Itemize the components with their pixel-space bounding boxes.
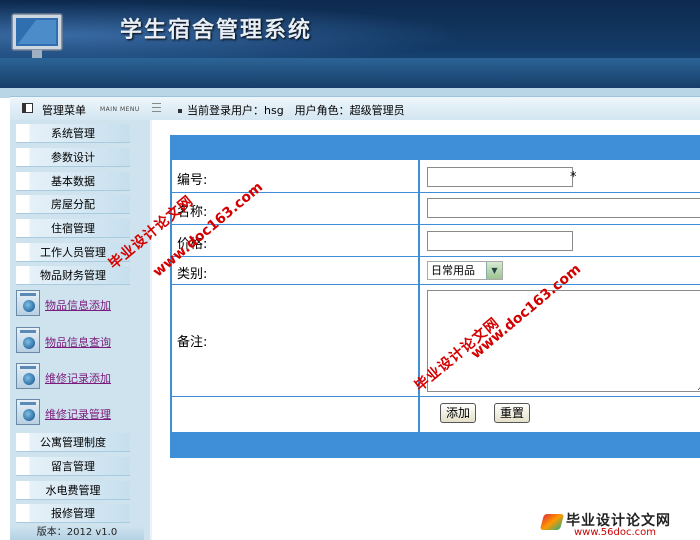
name-input[interactable] <box>427 198 700 218</box>
reset-button[interactable]: 重置 <box>494 403 530 423</box>
sidebar-subitem-label[interactable]: 物品信息添加 <box>45 297 111 313</box>
sidebar-subitem-goods-query[interactable]: 物品信息查询 <box>14 325 144 357</box>
sidebar-subitem-goods-add[interactable]: 物品信息添加 <box>14 288 144 320</box>
sidebar-item-room-allocation[interactable]: 房屋分配 <box>16 195 130 214</box>
menu-caption: 管理菜单 MAIN MENU <box>10 97 161 121</box>
document-icon <box>16 363 40 389</box>
category-selected-value: 日常用品 <box>431 264 475 277</box>
menu-title: 管理菜单 <box>42 104 86 117</box>
sidebar-subitem-label[interactable]: 物品信息查询 <box>45 334 111 350</box>
add-button[interactable]: 添加 <box>440 403 476 423</box>
bullet-icon <box>178 109 182 113</box>
sidebar-item-basic-data[interactable]: 基本数据 <box>16 172 130 191</box>
category-label: 类别: <box>177 267 208 282</box>
sidebar-subitem-label[interactable]: 维修记录添加 <box>45 370 111 386</box>
form-label-cell <box>172 397 420 432</box>
remark-label: 备注: <box>177 335 208 350</box>
form-label-cell: 备注: <box>172 285 420 396</box>
form-row-category: 类别: 日常用品 ▼ <box>172 257 700 285</box>
document-icon <box>16 327 40 353</box>
form-label-cell: 类别: <box>172 257 420 284</box>
sidebar-item-lodging[interactable]: 住宿管理 <box>16 219 130 238</box>
menu-subtitle: MAIN MENU <box>100 106 140 113</box>
sidebar-item-params[interactable]: 参数设计 <box>16 148 130 167</box>
sidebar-item-utilities[interactable]: 水电费管理 <box>16 481 130 500</box>
version-label: 版本：2012 v1.0 <box>10 526 144 540</box>
sidebar-item-apartment-rules[interactable]: 公寓管理制度 <box>16 433 130 452</box>
sidebar-item-repair-report[interactable]: 报修管理 <box>16 504 130 523</box>
category-select[interactable]: 日常用品 ▼ <box>427 261 503 280</box>
system-title: 学生宿舍管理系统 <box>120 17 313 43</box>
chevron-down-icon[interactable]: ▼ <box>486 262 502 279</box>
required-mark: * <box>570 170 577 185</box>
watermark-logo: 毕业设计论文网 www.56doc.com <box>539 508 700 540</box>
form-header-bar <box>170 135 700 160</box>
form-label-cell: 编号: <box>172 160 420 192</box>
document-icon <box>16 399 40 425</box>
main-content: 编号: * 名称: 价格: 类别: 日常用品 ▼ 备注: 添加 重置 <box>152 120 700 540</box>
sidebar: 系统管理 参数设计 基本数据 房屋分配 住宿管理 工作人员管理 物品财务管理 物… <box>10 120 152 540</box>
sidebar-subitem-label[interactable]: 维修记录管理 <box>45 406 111 422</box>
header-band <box>0 58 700 88</box>
menu-icon <box>22 103 33 113</box>
form-row-price: 价格: <box>172 225 700 257</box>
number-input[interactable] <box>427 167 573 187</box>
app-header: 学生宿舍管理系统 <box>0 0 700 88</box>
price-input[interactable] <box>427 231 573 251</box>
form-row-actions: 添加 重置 <box>172 397 700 432</box>
info-bar: 管理菜单 MAIN MENU 当前登录用户：hsg 用户角色：超级管理员 <box>10 96 700 120</box>
document-icon <box>16 290 40 316</box>
form-footer-bar <box>170 432 700 458</box>
logo-mark-icon <box>539 514 565 530</box>
menu-toggle-icon[interactable] <box>152 103 161 112</box>
sidebar-subitem-repair-manage[interactable]: 维修记录管理 <box>14 397 144 429</box>
sidebar-item-system[interactable]: 系统管理 <box>16 124 130 143</box>
sidebar-subitem-repair-add[interactable]: 维修记录添加 <box>14 361 144 393</box>
current-user-info: 当前登录用户：hsg 用户角色：超级管理员 <box>178 102 405 118</box>
watermark-logo-url: www.56doc.com <box>574 527 657 538</box>
number-label: 编号: <box>177 173 208 188</box>
sidebar-item-messages[interactable]: 留言管理 <box>16 457 130 476</box>
user-info-text: 当前登录用户：hsg 用户角色：超级管理员 <box>187 104 405 117</box>
